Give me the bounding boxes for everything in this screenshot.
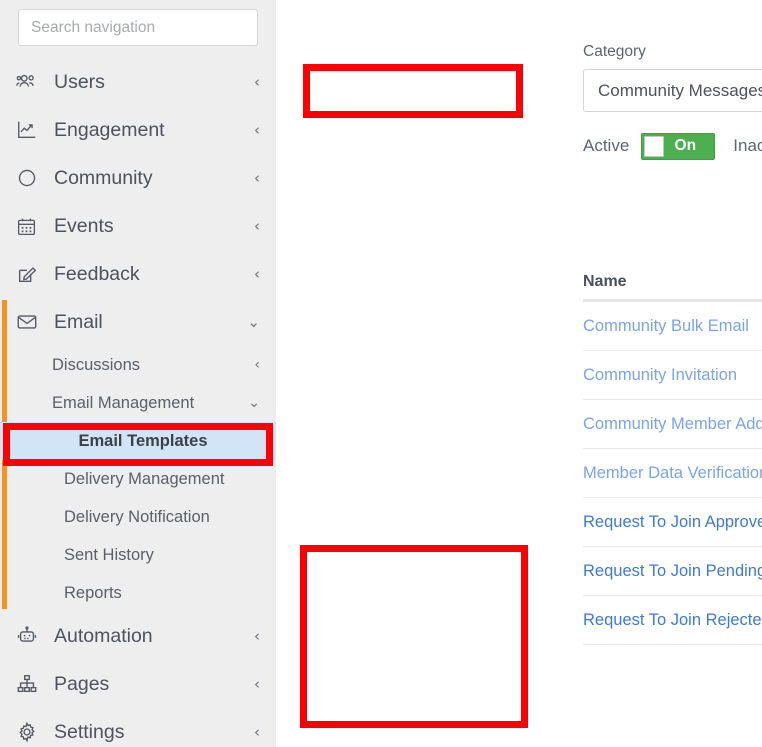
chevron-left-icon: ‹ [254, 722, 260, 741]
status-filter-toggles: Active On Inactive Off System Off [583, 132, 762, 160]
sitemap-icon [16, 673, 46, 695]
chevron-left-icon: ‹ [254, 120, 260, 139]
chevron-left-icon: ‹ [254, 72, 260, 91]
table-row[interactable]: Request To Join Rejected [583, 596, 762, 645]
search-navigation-container [0, 0, 276, 46]
template-link[interactable]: Community Bulk Email [583, 317, 749, 336]
sidebar-item-pages[interactable]: Pages ‹ [0, 660, 276, 708]
sidebar: Users ‹ Engagement ‹ [0, 0, 276, 747]
sidebar-item-label: Email Management [52, 393, 195, 412]
chevron-left-icon: ‹ [254, 264, 260, 283]
sidebar-item-label: Email [54, 310, 103, 333]
users-icon [16, 71, 46, 93]
table-row[interactable]: Request To Join Approved [583, 498, 762, 547]
sidebar-item-delivery-management[interactable]: Delivery Management [0, 460, 276, 498]
sidebar-item-email-management[interactable]: Email Management ⌄ [0, 384, 276, 422]
chart-trend-icon [16, 119, 46, 141]
chevron-left-icon: ‹ [254, 216, 260, 235]
sidebar-item-label: Email Templates [78, 431, 208, 450]
table-row[interactable]: Community Invitation [583, 351, 762, 400]
email-templates-table: Name Community Bulk Email Community Invi… [583, 265, 762, 645]
category-select[interactable]: Community Messages ⌄ [583, 69, 762, 112]
table-row[interactable]: Community Bulk Email [583, 302, 762, 351]
envelope-icon [16, 311, 46, 333]
chevron-down-icon: ⌄ [247, 312, 260, 331]
sidebar-item-automation[interactable]: Automation ‹ [0, 612, 276, 660]
template-link[interactable]: Community Member Added Notification [583, 415, 762, 434]
template-link[interactable]: Community Invitation [583, 366, 737, 385]
sidebar-item-label: Discussions [52, 355, 141, 374]
sidebar-item-label: Feedback [54, 262, 140, 285]
sidebar-item-reports[interactable]: Reports [0, 574, 276, 612]
app-root: Users ‹ Engagement ‹ [0, 0, 762, 747]
main-content: Category Co Community Messages ⌄ ⌄ Activ… [276, 0, 762, 747]
template-link[interactable]: Member Data Verification Email [583, 464, 762, 483]
chevron-left-icon: ‹ [254, 357, 260, 373]
active-toggle-label: Active [583, 136, 630, 155]
toggle-knob [644, 135, 665, 157]
sidebar-item-discussions[interactable]: Discussions ‹ [0, 346, 276, 384]
sidebar-item-label: Delivery Notification [64, 507, 210, 526]
table-row[interactable]: Community Member Added Notification [583, 400, 762, 449]
column-header-name: Name [583, 273, 627, 290]
sidebar-item-label: Automation [54, 624, 153, 647]
navigation-list: Users ‹ Engagement ‹ Community ‹ Events … [0, 58, 276, 747]
sidebar-item-label: Delivery Management [64, 469, 225, 488]
sidebar-item-email[interactable]: Email ⌄ [0, 298, 276, 346]
template-link[interactable]: Request To Join Rejected [583, 611, 762, 630]
calendar-icon [16, 216, 46, 237]
pencil-square-icon [16, 263, 46, 285]
search-navigation-input[interactable] [18, 9, 258, 46]
sidebar-item-delivery-notification[interactable]: Delivery Notification [0, 498, 276, 536]
sidebar-item-label: Settings [54, 720, 125, 743]
chevron-left-icon: ‹ [254, 674, 260, 693]
sidebar-item-label: Users [54, 70, 105, 93]
template-link[interactable]: Request To Join Pending [583, 562, 762, 581]
sidebar-item-label: Reports [64, 583, 122, 602]
chevron-down-icon: ⌄ [248, 395, 260, 411]
active-toggle[interactable]: On [641, 132, 716, 160]
table-row[interactable]: Member Data Verification Email [583, 449, 762, 498]
table-row[interactable]: Request To Join Pending [583, 547, 762, 596]
sidebar-item-label: Community [54, 166, 153, 189]
sidebar-item-email-templates[interactable]: Email Templates [0, 422, 276, 460]
sidebar-item-sent-history[interactable]: Sent History [0, 536, 276, 574]
sidebar-item-settings[interactable]: Settings ‹ [0, 708, 276, 747]
circle-icon [16, 167, 46, 189]
sidebar-item-engagement[interactable]: Engagement ‹ [0, 106, 276, 154]
category-selected-value: Community Messages [598, 80, 762, 100]
category-label: Category [583, 43, 646, 60]
sidebar-item-events[interactable]: Events ‹ [0, 202, 276, 250]
chevron-left-icon: ‹ [254, 168, 260, 187]
sidebar-item-label: Sent History [64, 545, 154, 564]
sidebar-item-feedback[interactable]: Feedback ‹ [0, 250, 276, 298]
robot-icon [16, 625, 46, 647]
inactive-toggle-label: Inactive [733, 136, 762, 155]
sidebar-item-label: Events [54, 214, 114, 237]
template-link[interactable]: Request To Join Approved [583, 513, 762, 532]
sidebar-item-users[interactable]: Users ‹ [0, 58, 276, 106]
gear-icon [16, 721, 46, 743]
sidebar-item-label: Engagement [54, 118, 165, 141]
sidebar-item-label: Pages [54, 672, 110, 695]
chevron-left-icon: ‹ [254, 626, 260, 645]
sidebar-item-community[interactable]: Community ‹ [0, 154, 276, 202]
